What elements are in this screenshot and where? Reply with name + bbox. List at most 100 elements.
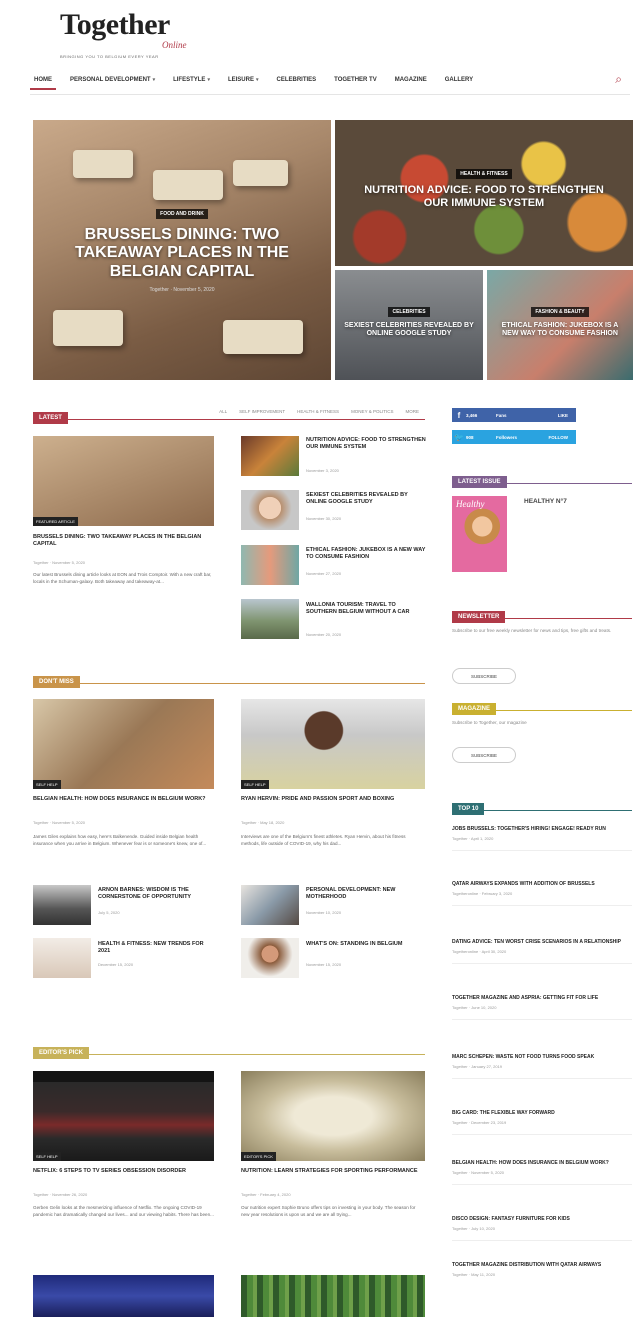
latest-feature-title[interactable]: BRUSSELS DINING: TWO TAKEAWAY PLACES IN … <box>33 534 214 549</box>
magazine-cover[interactable]: Healthy <box>452 496 507 572</box>
latest-issue-title[interactable]: HEALTHY N°7 <box>524 498 567 505</box>
latest-list-title[interactable]: SEXIEST CELEBRITIES REVEALED BY ONLINE G… <box>306 492 426 507</box>
editors-pick-feature-image[interactable]: Self help <box>33 1071 214 1161</box>
dont-miss-feature-image[interactable]: Self help <box>33 699 214 789</box>
top10-item[interactable]: DISCO DESIGN: FANTASY FURNITURE FOR KIDS… <box>452 1216 632 1241</box>
top10-item[interactable]: TOGETHER MAGAZINE AND ASPRIA: GETTING FI… <box>452 995 632 1020</box>
latest-list-thumb[interactable] <box>241 490 299 530</box>
latest-list-thumb[interactable] <box>241 599 299 639</box>
hero-title[interactable]: BRUSSELS DINING: TWO TAKEAWAY PLACES IN … <box>53 226 311 281</box>
site-logo[interactable]: Together Online BRINGING YOU TO BELGIUM … <box>60 8 200 60</box>
top10-item[interactable]: TOGETHER MAGAZINE DISTRIBUTION WITH QATA… <box>452 1262 632 1277</box>
hero-title[interactable]: ETHICAL FASHION: JUKEBOX IS A NEW WAY TO… <box>495 322 625 338</box>
dont-miss-list-title[interactable]: WHAT'S ON: STANDING IN BELGIUM <box>306 941 426 948</box>
top10-title[interactable]: BIG CARD: THE FLEXIBLE WAY FORWARD <box>452 1110 632 1117</box>
search-icon[interactable]: ⌕ <box>615 72 622 87</box>
editors-pick-image[interactable] <box>241 1275 425 1317</box>
newsletter-subscribe-button[interactable]: SUBSCRIBE <box>452 668 516 684</box>
latest-tabs: All Self improvement Health & fitness Mo… <box>207 409 419 414</box>
top10-title[interactable]: QATAR AIRWAYS EXPANDS WITH ADDITION OF B… <box>452 881 632 888</box>
nav-item-celebrities[interactable]: Celebrities <box>272 74 320 86</box>
latest-issue-header: LATEST ISSUE <box>452 470 632 488</box>
hero-top-right-tile[interactable]: Health & Fitness NUTRITION ADVICE: FOOD … <box>335 120 633 266</box>
hero-category-badge[interactable]: Health & Fitness <box>456 169 512 179</box>
category-badge[interactable]: Self help <box>33 1152 61 1161</box>
top10-title[interactable]: TOGETHER MAGAZINE DISTRIBUTION WITH QATA… <box>452 1262 632 1269</box>
latest-list-title[interactable]: NUTRITION ADVICE: FOOD TO STRENGTHEN OUR… <box>306 437 426 452</box>
tab-self-improvement[interactable]: Self improvement <box>239 409 285 414</box>
top10-meta: Together · April 1, 2020 <box>452 836 494 841</box>
category-badge[interactable]: Self help <box>241 780 269 789</box>
latest-list-title[interactable]: WALLONIA TOURISM: TRAVEL TO SOUTHERN BEL… <box>306 602 426 617</box>
category-badge[interactable]: Self help <box>33 780 61 789</box>
twitter-widget[interactable]: 🐦 908 Followers FOLLOW <box>452 430 576 444</box>
dont-miss-list-title[interactable]: PERSONAL DEVELOPMENT: NEW MOTHERHOOD <box>306 887 426 902</box>
hero-title[interactable]: NUTRITION ADVICE: FOOD TO STRENGTHEN OUR… <box>355 184 613 209</box>
top10-item[interactable]: BELGIAN HEALTH: HOW DOES INSURANCE IN BE… <box>452 1160 632 1185</box>
tab-more[interactable]: More <box>406 409 420 414</box>
dont-miss-list-title[interactable]: ARNON BARNES: WISDOM IS THE CORNERSTONE … <box>98 887 216 902</box>
hero-main-tile[interactable]: Food and Drink BRUSSELS DINING: TWO TAKE… <box>33 120 331 380</box>
category-badge[interactable]: Editor's pick <box>241 1152 276 1161</box>
hero-bottom-right-tile[interactable]: Fashion & Beauty ETHICAL FASHION: JUKEBO… <box>487 270 633 380</box>
top10-item[interactable]: BIG CARD: THE FLEXIBLE WAY FORWARD Toget… <box>452 1110 632 1135</box>
hero-image-detail <box>53 310 123 346</box>
top10-item[interactable]: MARC SCHEPEN: WASTE NOT FOOD TURNS FOOD … <box>452 1054 632 1079</box>
dont-miss-feature-image[interactable]: Self help <box>241 699 425 789</box>
facebook-widget[interactable]: f 3,466 Fans LIKE <box>452 408 576 422</box>
latest-list-title[interactable]: ETHICAL FASHION: JUKEBOX IS A NEW WAY TO… <box>306 547 426 562</box>
dont-miss-list-thumb[interactable] <box>241 885 299 925</box>
magazine-subscribe-button[interactable]: SUBSCRIBE <box>452 747 516 763</box>
hero-bottom-left-tile[interactable]: Celebrities SEXIEST CELEBRITIES REVEALED… <box>335 270 483 380</box>
latest-list-date: November 27, 2020 <box>306 571 342 576</box>
top10-title[interactable]: BELGIAN HEALTH: HOW DOES INSURANCE IN BE… <box>452 1160 632 1167</box>
facebook-like-button[interactable]: LIKE <box>536 413 576 418</box>
top10-title[interactable]: DATING ADVICE: TEN WORST CRISE SCENARIOS… <box>452 939 632 946</box>
latest-list-thumb[interactable] <box>241 545 299 585</box>
top10-title[interactable]: TOGETHER MAGAZINE AND ASPRIA: GETTING FI… <box>452 995 632 1002</box>
editors-pick-feature-title[interactable]: NUTRITION: LEARN STRATEGIES FOR SPORTING… <box>241 1168 425 1175</box>
editors-pick-feature-image[interactable]: Editor's pick <box>241 1071 425 1161</box>
top10-item[interactable]: QATAR AIRWAYS EXPANDS WITH ADDITION OF B… <box>452 881 632 906</box>
dont-miss-list-thumb[interactable] <box>33 885 91 925</box>
dont-miss-list-thumb[interactable] <box>241 938 299 978</box>
editors-pick-feature-excerpt: Our nutrition expert Sophie Bruno offers… <box>241 1205 416 1217</box>
section-label: DON'T MISS <box>33 676 80 688</box>
dont-miss-feature-title[interactable]: RYAN HERVIN: PRIDE AND PASSION SPORT AND… <box>241 796 425 803</box>
nav-item-leisure[interactable]: Leisure ▾ <box>224 74 263 86</box>
dont-miss-feature-title[interactable]: BELGIAN HEALTH: HOW DOES INSURANCE IN BE… <box>33 796 214 803</box>
twitter-follow-button[interactable]: FOLLOW <box>536 435 576 440</box>
dont-miss-list-date: December 15, 2020 <box>98 962 134 967</box>
nav-item-lifestyle[interactable]: Lifestyle ▾ <box>169 74 214 86</box>
top10-title[interactable]: DISCO DESIGN: FANTASY FURNITURE FOR KIDS <box>452 1216 632 1223</box>
hero-category-badge[interactable]: Celebrities <box>388 307 430 317</box>
nav-item-magazine[interactable]: Magazine <box>391 74 431 86</box>
dont-miss-list-title[interactable]: HEALTH & FITNESS: NEW TRENDS FOR 2021 <box>98 941 216 956</box>
latest-list-thumb[interactable] <box>241 436 299 476</box>
hero-category-badge[interactable]: Fashion & Beauty <box>531 307 589 317</box>
nav-item-home[interactable]: Home <box>30 74 56 90</box>
editors-pick-image[interactable] <box>33 1275 214 1317</box>
top10-title[interactable]: MARC SCHEPEN: WASTE NOT FOOD TURNS FOOD … <box>452 1054 632 1061</box>
nav-item-gallery[interactable]: Gallery <box>441 74 477 86</box>
divider <box>452 1019 632 1020</box>
logo-name: Together <box>60 8 170 41</box>
tab-health-fitness[interactable]: Health & fitness <box>297 409 339 414</box>
hero-category-badge[interactable]: Food and Drink <box>156 209 208 219</box>
top10-item[interactable]: DATING ADVICE: TEN WORST CRISE SCENARIOS… <box>452 939 632 964</box>
top10-item[interactable]: JOBS BRUSSELS: TOGETHER'S HIRING! ENGAGE… <box>452 826 632 851</box>
section-rule <box>33 419 425 420</box>
nav-label: Personal development <box>70 77 151 83</box>
nav-item-together-tv[interactable]: Together TV <box>330 74 381 86</box>
hero-title[interactable]: SEXIEST CELEBRITIES REVEALED BY ONLINE G… <box>343 322 475 338</box>
top10-title[interactable]: JOBS BRUSSELS: TOGETHER'S HIRING! ENGAGE… <box>452 826 632 833</box>
tab-all[interactable]: All <box>219 409 227 414</box>
dont-miss-list-thumb[interactable] <box>33 938 91 978</box>
latest-feature-image[interactable]: Featured Article <box>33 436 214 526</box>
tab-money-politics[interactable]: Money & politics <box>351 409 393 414</box>
nav-item-personal-development[interactable]: Personal development ▾ <box>66 74 159 86</box>
hero-author[interactable]: Together <box>149 287 168 293</box>
latest-list-date: November 20, 2020 <box>306 632 342 637</box>
editors-pick-feature-title[interactable]: NETFLIX: 6 STEPS TO TV SERIES OBSESSION … <box>33 1168 214 1175</box>
category-badge[interactable]: Featured Article <box>33 517 78 526</box>
